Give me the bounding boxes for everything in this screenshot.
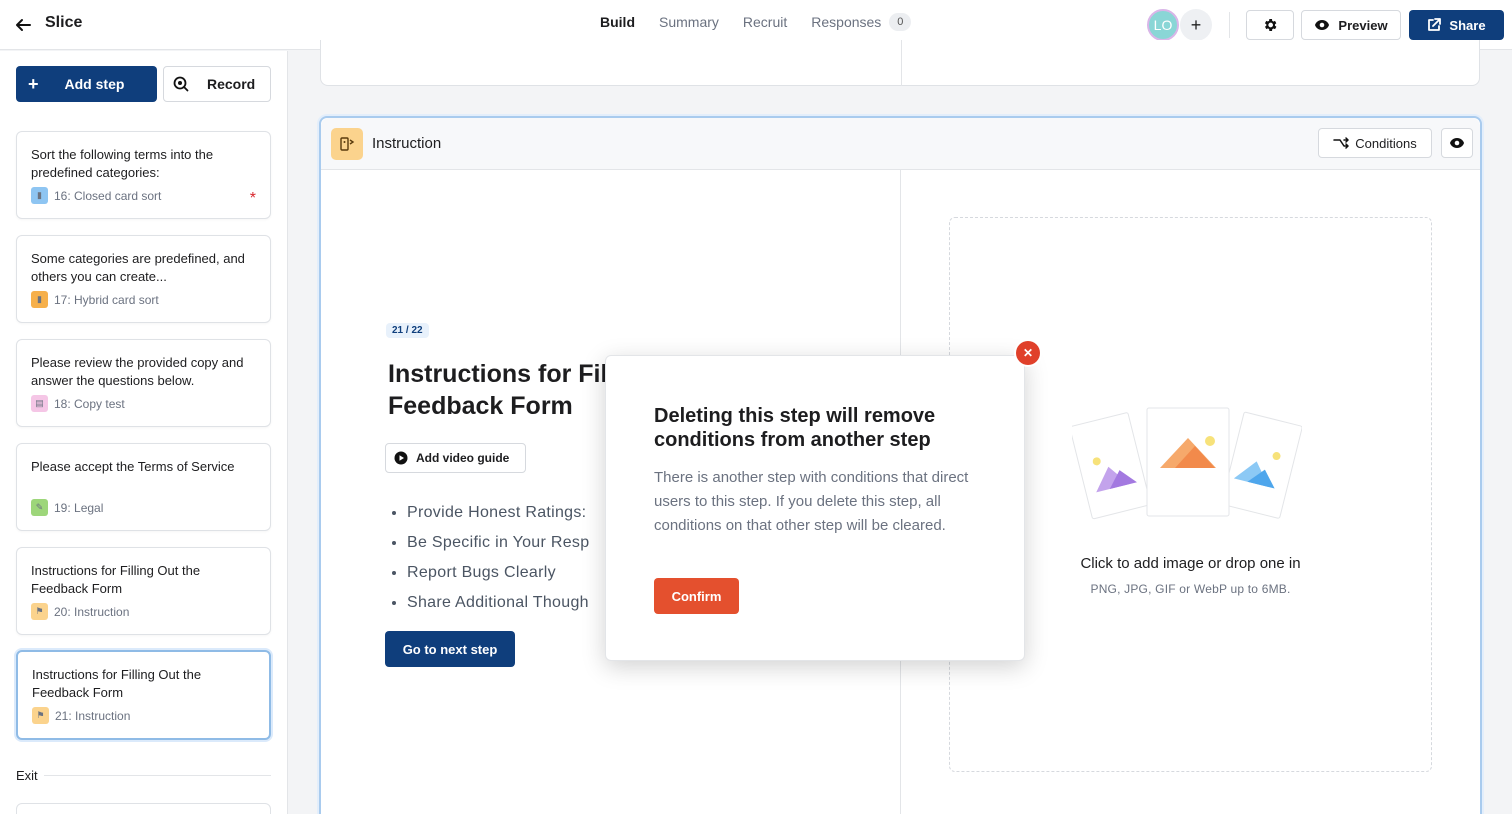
- delete-step-dialog: Deleting this step will remove condition…: [605, 355, 1025, 661]
- step-header: Instruction Conditions: [321, 118, 1480, 170]
- divider: [901, 40, 902, 86]
- step-type-title: Instruction: [372, 135, 442, 152]
- visibility-button[interactable]: [1441, 128, 1473, 158]
- copy-test-icon: ▤: [31, 395, 48, 412]
- record-icon: [173, 76, 189, 92]
- instruction-title-line: Feedback Form: [388, 392, 573, 420]
- add-step-button[interactable]: + Add step: [16, 66, 157, 102]
- step-title: Please accept the Terms of Service: [31, 459, 235, 474]
- step-type: 17: Hybrid card sort: [54, 292, 159, 307]
- list-item: Provide Honest Ratings:: [407, 498, 589, 528]
- plus-icon: +: [28, 73, 39, 94]
- image-upload-illustration: [1072, 407, 1302, 520]
- step-sidebar: + Add step Record Sort the following ter…: [0, 51, 288, 814]
- preview-label: Preview: [1338, 17, 1388, 33]
- branch-icon: [1333, 137, 1350, 149]
- dialog-message: There is another step with conditions th…: [654, 469, 969, 534]
- confirm-button[interactable]: Confirm: [654, 578, 739, 614]
- legal-icon: ✎: [31, 499, 48, 516]
- conditions-button[interactable]: Conditions: [1318, 128, 1432, 158]
- list-item: Be Specific in Your Resp: [407, 528, 589, 558]
- share-label: Share: [1449, 17, 1486, 33]
- instruction-icon: ⚑: [32, 707, 49, 724]
- step-title: Instructions for Filling Out the Feedbac…: [32, 667, 202, 700]
- step-meta: ▮ 17: Hybrid card sort: [31, 291, 159, 308]
- step-progress-badge: 21 / 22: [386, 323, 429, 338]
- add-collaborator-button[interactable]: +: [1180, 9, 1212, 41]
- step-title: Instructions for Filling Out the Feedbac…: [31, 563, 201, 596]
- instruction-title-line: Instructions for Filli: [388, 360, 622, 388]
- add-video-guide-button[interactable]: Add video guide: [385, 443, 526, 473]
- step-card[interactable]: Sort the following terms into the predef…: [16, 131, 271, 219]
- step-type: 21: Instruction: [55, 708, 131, 723]
- video-guide-label: Add video guide: [416, 451, 510, 465]
- card-sort-icon: ▮: [31, 187, 48, 204]
- step-title: Please review the provided copy and answ…: [31, 355, 244, 388]
- step-meta: ⚑ 20: Instruction: [31, 603, 129, 620]
- add-step-label: Add step: [64, 76, 125, 92]
- step-card[interactable]: Instructions for Filling Out the Feedbac…: [16, 547, 271, 635]
- gear-icon: [1264, 19, 1277, 31]
- step-meta: ✎ 19: Legal: [31, 499, 103, 516]
- arrow-left-icon: [16, 19, 31, 31]
- tab-label: Responses: [811, 14, 882, 30]
- close-icon[interactable]: ✕: [1016, 341, 1040, 365]
- step-type: 19: Legal: [54, 500, 104, 515]
- dialog-title: Deleting this step will remove condition…: [654, 405, 936, 451]
- step-card[interactable]: Please review the provided copy and answ…: [16, 339, 271, 427]
- record-button[interactable]: Record: [163, 66, 271, 102]
- tab-label: Build: [600, 14, 635, 30]
- instruction-icon: ⚑: [31, 603, 48, 620]
- step-meta: ▮ 16: Closed card sort: [31, 187, 161, 204]
- app-title: Slice: [45, 14, 83, 31]
- tab-label: Recruit: [742, 14, 788, 30]
- step-title: Some categories are predefined, and othe…: [31, 251, 245, 284]
- go-to-next-step-button[interactable]: Go to next step: [385, 631, 515, 667]
- step-meta: ▤ 18: Copy test: [31, 395, 125, 412]
- instruction-title[interactable]: Instructions for Filli Feedback Form: [388, 358, 628, 422]
- share-button[interactable]: Share: [1409, 10, 1504, 40]
- hybrid-card-sort-icon: ▮: [31, 291, 48, 308]
- step-card-selected[interactable]: Instructions for Filling Out the Feedbac…: [16, 650, 271, 740]
- external-link-icon: [1428, 18, 1442, 31]
- list-item: Report Bugs Clearly: [407, 558, 589, 588]
- exit-section-label: Exit: [16, 768, 38, 783]
- step-meta: ⚑ 21: Instruction: [32, 707, 130, 724]
- instruction-bullets[interactable]: Provide Honest Ratings: Be Specific in Y…: [407, 498, 589, 618]
- previous-step-card: [320, 40, 1480, 86]
- step-title: Sort the following terms into the predef…: [31, 147, 214, 180]
- responses-count-badge: 0: [889, 13, 912, 31]
- required-asterisk: *: [249, 190, 256, 207]
- step-type: 18: Copy test: [54, 396, 125, 411]
- back-button[interactable]: [12, 14, 34, 36]
- divider: [1229, 12, 1230, 38]
- settings-button[interactable]: [1246, 10, 1294, 40]
- avatar[interactable]: LO: [1147, 9, 1179, 41]
- preview-button[interactable]: Preview: [1301, 10, 1401, 40]
- tab-label: Summary: [659, 14, 719, 30]
- conditions-label: Conditions: [1355, 135, 1417, 151]
- step-card[interactable]: Some categories are predefined, and othe…: [16, 235, 271, 323]
- eye-icon: [1315, 20, 1330, 30]
- step-type: 16: Closed card sort: [54, 188, 162, 203]
- instruction-icon: [331, 128, 363, 160]
- record-label: Record: [207, 76, 256, 92]
- list-item: Share Additional Though: [407, 588, 589, 618]
- eye-icon: [1450, 138, 1464, 148]
- step-card[interactable]: [16, 803, 271, 814]
- divider: [44, 775, 271, 776]
- step-type: 20: Instruction: [54, 604, 130, 619]
- step-card[interactable]: Please accept the Terms of Service ✎ 19:…: [16, 443, 271, 531]
- play-icon: [394, 451, 408, 465]
